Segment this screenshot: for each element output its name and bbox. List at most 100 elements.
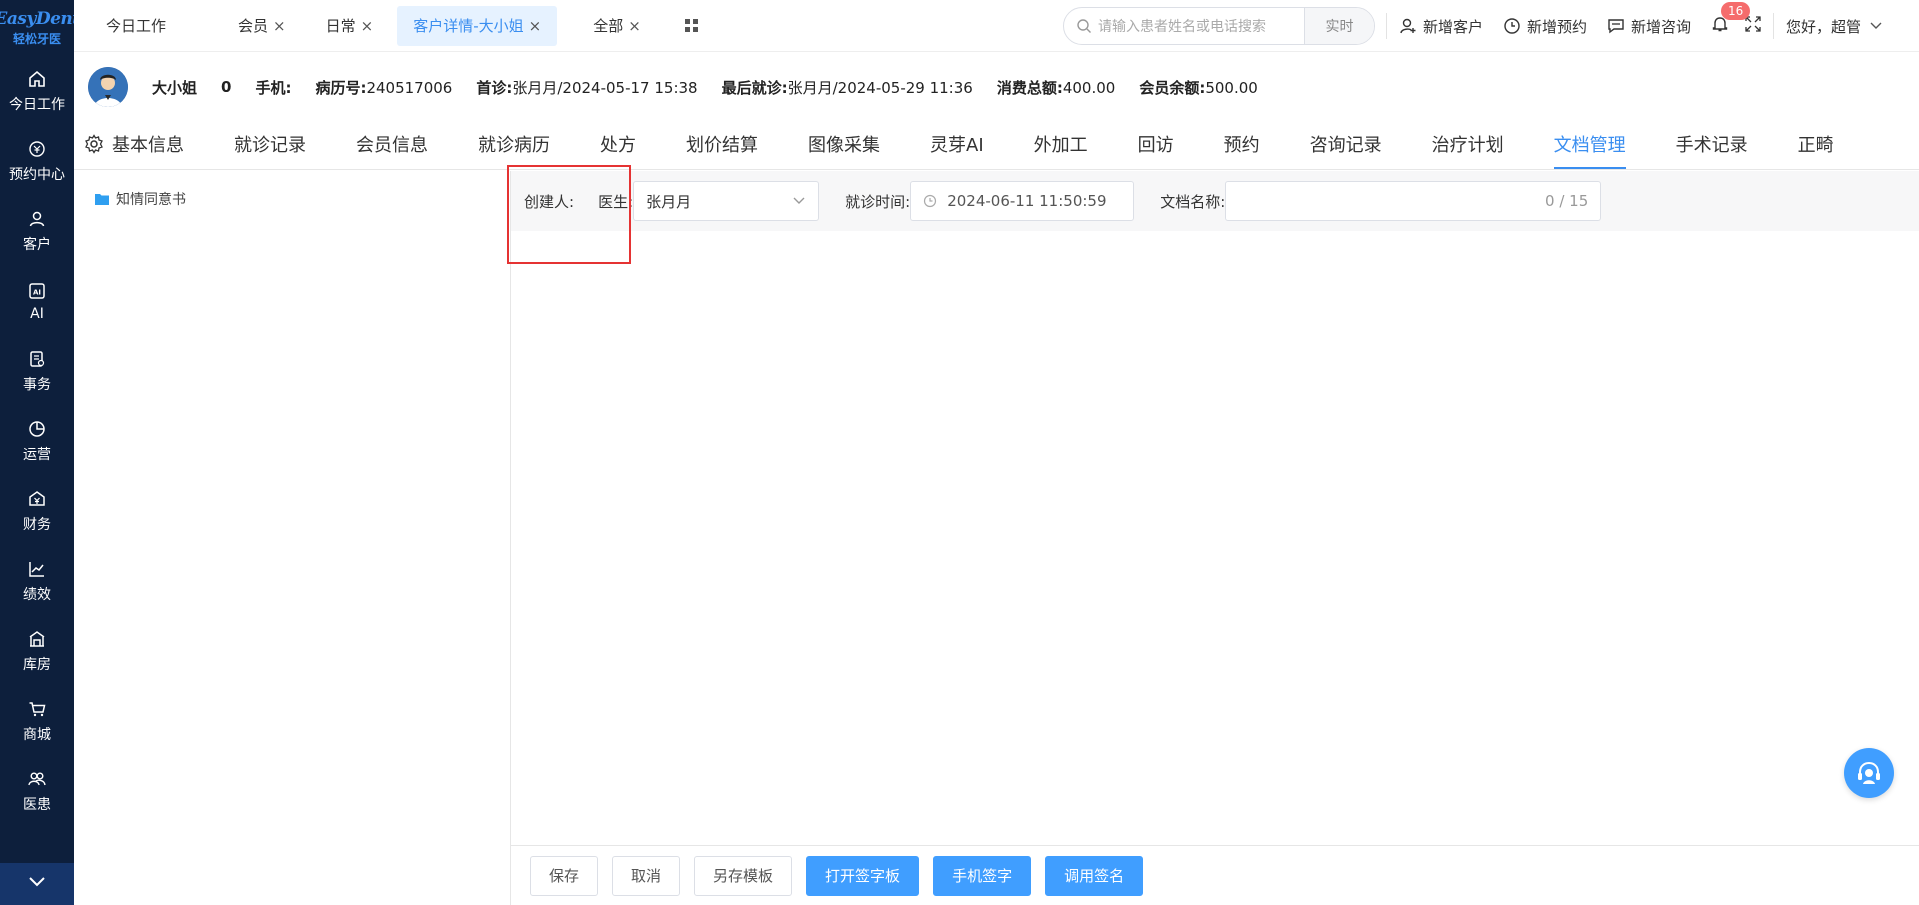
sidebar-item-doctor-patient[interactable]: 医患 <box>0 756 74 826</box>
tab-treatment-plan[interactable]: 治疗计划 <box>1432 121 1504 169</box>
tab-member-info[interactable]: 会员信息 <box>356 121 428 169</box>
visit-time-value: 2024-06-11 11:50:59 <box>947 192 1107 210</box>
tab-label: 正畸 <box>1797 135 1834 156</box>
tab-basic-info[interactable]: 基本信息 <box>84 121 184 169</box>
document-form-bar: 创建人: 医生: 张月月 就诊时间: 2024-06-11 11:50:59 文… <box>511 171 1919 231</box>
new-consult-label: 新增咨询 <box>1631 17 1692 36</box>
new-consult-button[interactable]: 新增咨询 <box>1607 16 1691 37</box>
fullscreen-icon <box>1745 16 1761 32</box>
tab-orthodontics[interactable]: 正畸 <box>1798 121 1834 169</box>
sidebar-item-label: 绩效 <box>23 586 51 603</box>
sidebar-item-label: 医患 <box>23 796 51 813</box>
sidebar-item-appointments[interactable]: 预约中心 <box>0 126 74 196</box>
message-icon <box>1608 19 1624 34</box>
tab-ai[interactable]: 灵芽AI <box>930 121 984 169</box>
doctor-value: 张月月 <box>646 192 692 211</box>
doctor-select[interactable]: 张月月 <box>633 181 820 221</box>
close-icon[interactable]: × <box>628 17 641 35</box>
patient-first-visit: 首诊:张月月/2024-05-17 15:38 <box>476 78 698 97</box>
sidebar-item-warehouse[interactable]: 库房 <box>0 616 74 686</box>
tab-label: 外加工 <box>1033 135 1088 156</box>
tab-prescription[interactable]: 处方 <box>600 121 636 169</box>
logo-subtext: 轻松牙医 <box>12 32 61 46</box>
patient-record-number: 病历号:240517006 <box>315 78 453 97</box>
tab-image-capture[interactable]: 图像采集 <box>808 121 880 169</box>
grid-menu-icon[interactable] <box>684 18 699 33</box>
tab-document-management[interactable]: 文档管理 <box>1553 121 1626 169</box>
tab-label: 回访 <box>1137 135 1174 156</box>
patient-balance: 会员余额:500.00 <box>1139 78 1258 97</box>
tab-label: 治疗计划 <box>1431 135 1504 156</box>
sidebar-item-label: 预约中心 <box>9 166 65 183</box>
close-icon[interactable]: × <box>361 17 374 35</box>
sidebar-item-operations[interactable]: 运营 <box>0 406 74 476</box>
close-icon[interactable]: × <box>273 17 286 35</box>
tab-consult-records[interactable]: 咨询记录 <box>1310 121 1382 169</box>
document-actions: 保存 取消 另存模板 打开签字板 手机签字 调用签名 <box>511 845 1919 905</box>
tab-surgery-records[interactable]: 手术记录 <box>1676 121 1748 169</box>
realtime-search-button[interactable]: 实时 <box>1304 8 1374 44</box>
cancel-button[interactable]: 取消 <box>612 855 681 896</box>
close-icon[interactable]: × <box>529 17 542 35</box>
sidebar-item-label: 事务 <box>23 376 51 393</box>
home-icon <box>27 69 47 89</box>
divider <box>1773 13 1775 39</box>
greeting-text: 您好，超管 <box>1786 17 1862 36</box>
tab-follow-up[interactable]: 回访 <box>1138 121 1174 169</box>
sidebar-item-label: 运营 <box>23 446 51 463</box>
avatar <box>88 67 128 107</box>
user-menu[interactable]: 您好，超管 <box>1786 16 1883 37</box>
sidebar-item-ai[interactable]: AI AI <box>0 266 74 336</box>
tab-label: 就诊记录 <box>234 135 306 156</box>
new-appointment-label: 新增预约 <box>1527 17 1588 36</box>
tab-daily[interactable]: 日常 × <box>310 6 390 46</box>
tab-appointment[interactable]: 预约 <box>1224 121 1260 169</box>
sidebar-item-label: 今日工作 <box>9 96 65 113</box>
new-customer-button[interactable]: 新增客户 <box>1399 16 1483 37</box>
customer-service-button[interactable] <box>1844 748 1894 798</box>
sidebar-item-label: 库房 <box>23 656 51 673</box>
sidebar-item-mall[interactable]: 商城 <box>0 686 74 756</box>
save-as-template-button[interactable]: 另存模板 <box>694 855 793 896</box>
clock-icon <box>924 194 937 208</box>
warehouse-icon <box>27 629 47 649</box>
pie-chart-icon <box>27 419 47 439</box>
cart-icon <box>27 699 47 719</box>
fullscreen-button[interactable] <box>1745 16 1761 36</box>
tab-billing[interactable]: 划价结算 <box>686 121 758 169</box>
mobile-sign-button[interactable]: 手机签字 <box>933 855 1032 896</box>
sidebar-item-customers[interactable]: 客户 <box>0 196 74 266</box>
visit-time-picker[interactable]: 2024-06-11 11:50:59 <box>910 181 1135 221</box>
document-name-input[interactable]: 0 / 15 <box>1225 181 1602 221</box>
notification-bell[interactable]: 16 <box>1711 2 1751 37</box>
save-button[interactable]: 保存 <box>530 855 599 896</box>
sidebar-item-performance[interactable]: 绩效 <box>0 546 74 616</box>
money-icon <box>27 489 47 509</box>
patient-total-spend: 消费总额:400.00 <box>996 78 1116 97</box>
new-appointment-button[interactable]: 新增预约 <box>1503 16 1587 37</box>
tab-members[interactable]: 会员 × <box>222 6 302 46</box>
tab-all[interactable]: 全部 × <box>577 6 657 46</box>
tab-today[interactable]: 今日工作 <box>90 6 182 46</box>
use-signature-button[interactable]: 调用签名 <box>1045 855 1144 896</box>
tree-item-consent-form[interactable]: 知情同意书 <box>94 189 510 209</box>
tab-outsourcing[interactable]: 外加工 <box>1034 121 1088 169</box>
sidebar-item-today[interactable]: 今日工作 <box>0 56 74 126</box>
open-signature-pad-button[interactable]: 打开签字板 <box>806 855 920 896</box>
users-icon <box>27 769 47 789</box>
document-tree: 知情同意书 <box>74 171 511 905</box>
search-input[interactable] <box>1098 18 1298 34</box>
tab-medical-record[interactable]: 就诊病历 <box>478 121 550 169</box>
tab-label: 客户详情-大小姐 <box>413 17 524 35</box>
sidebar-item-affairs[interactable]: 事务 <box>0 336 74 406</box>
tab-label: 全部 <box>593 17 624 35</box>
top-actions: 新增客户 新增预约 新增咨询 16 您好，超管 <box>1386 0 1883 52</box>
sidebar-expand-button[interactable] <box>0 863 74 905</box>
tab-customer-detail[interactable]: 客户详情-大小姐 × <box>397 5 558 46</box>
logo-text: EasyDent <box>0 9 80 29</box>
line-chart-icon <box>27 559 47 579</box>
patient-phone: 手机: <box>255 78 292 97</box>
sidebar-item-finance[interactable]: 财务 <box>0 476 74 546</box>
add-user-icon <box>1400 18 1416 34</box>
tab-visit-records[interactable]: 就诊记录 <box>234 121 306 169</box>
